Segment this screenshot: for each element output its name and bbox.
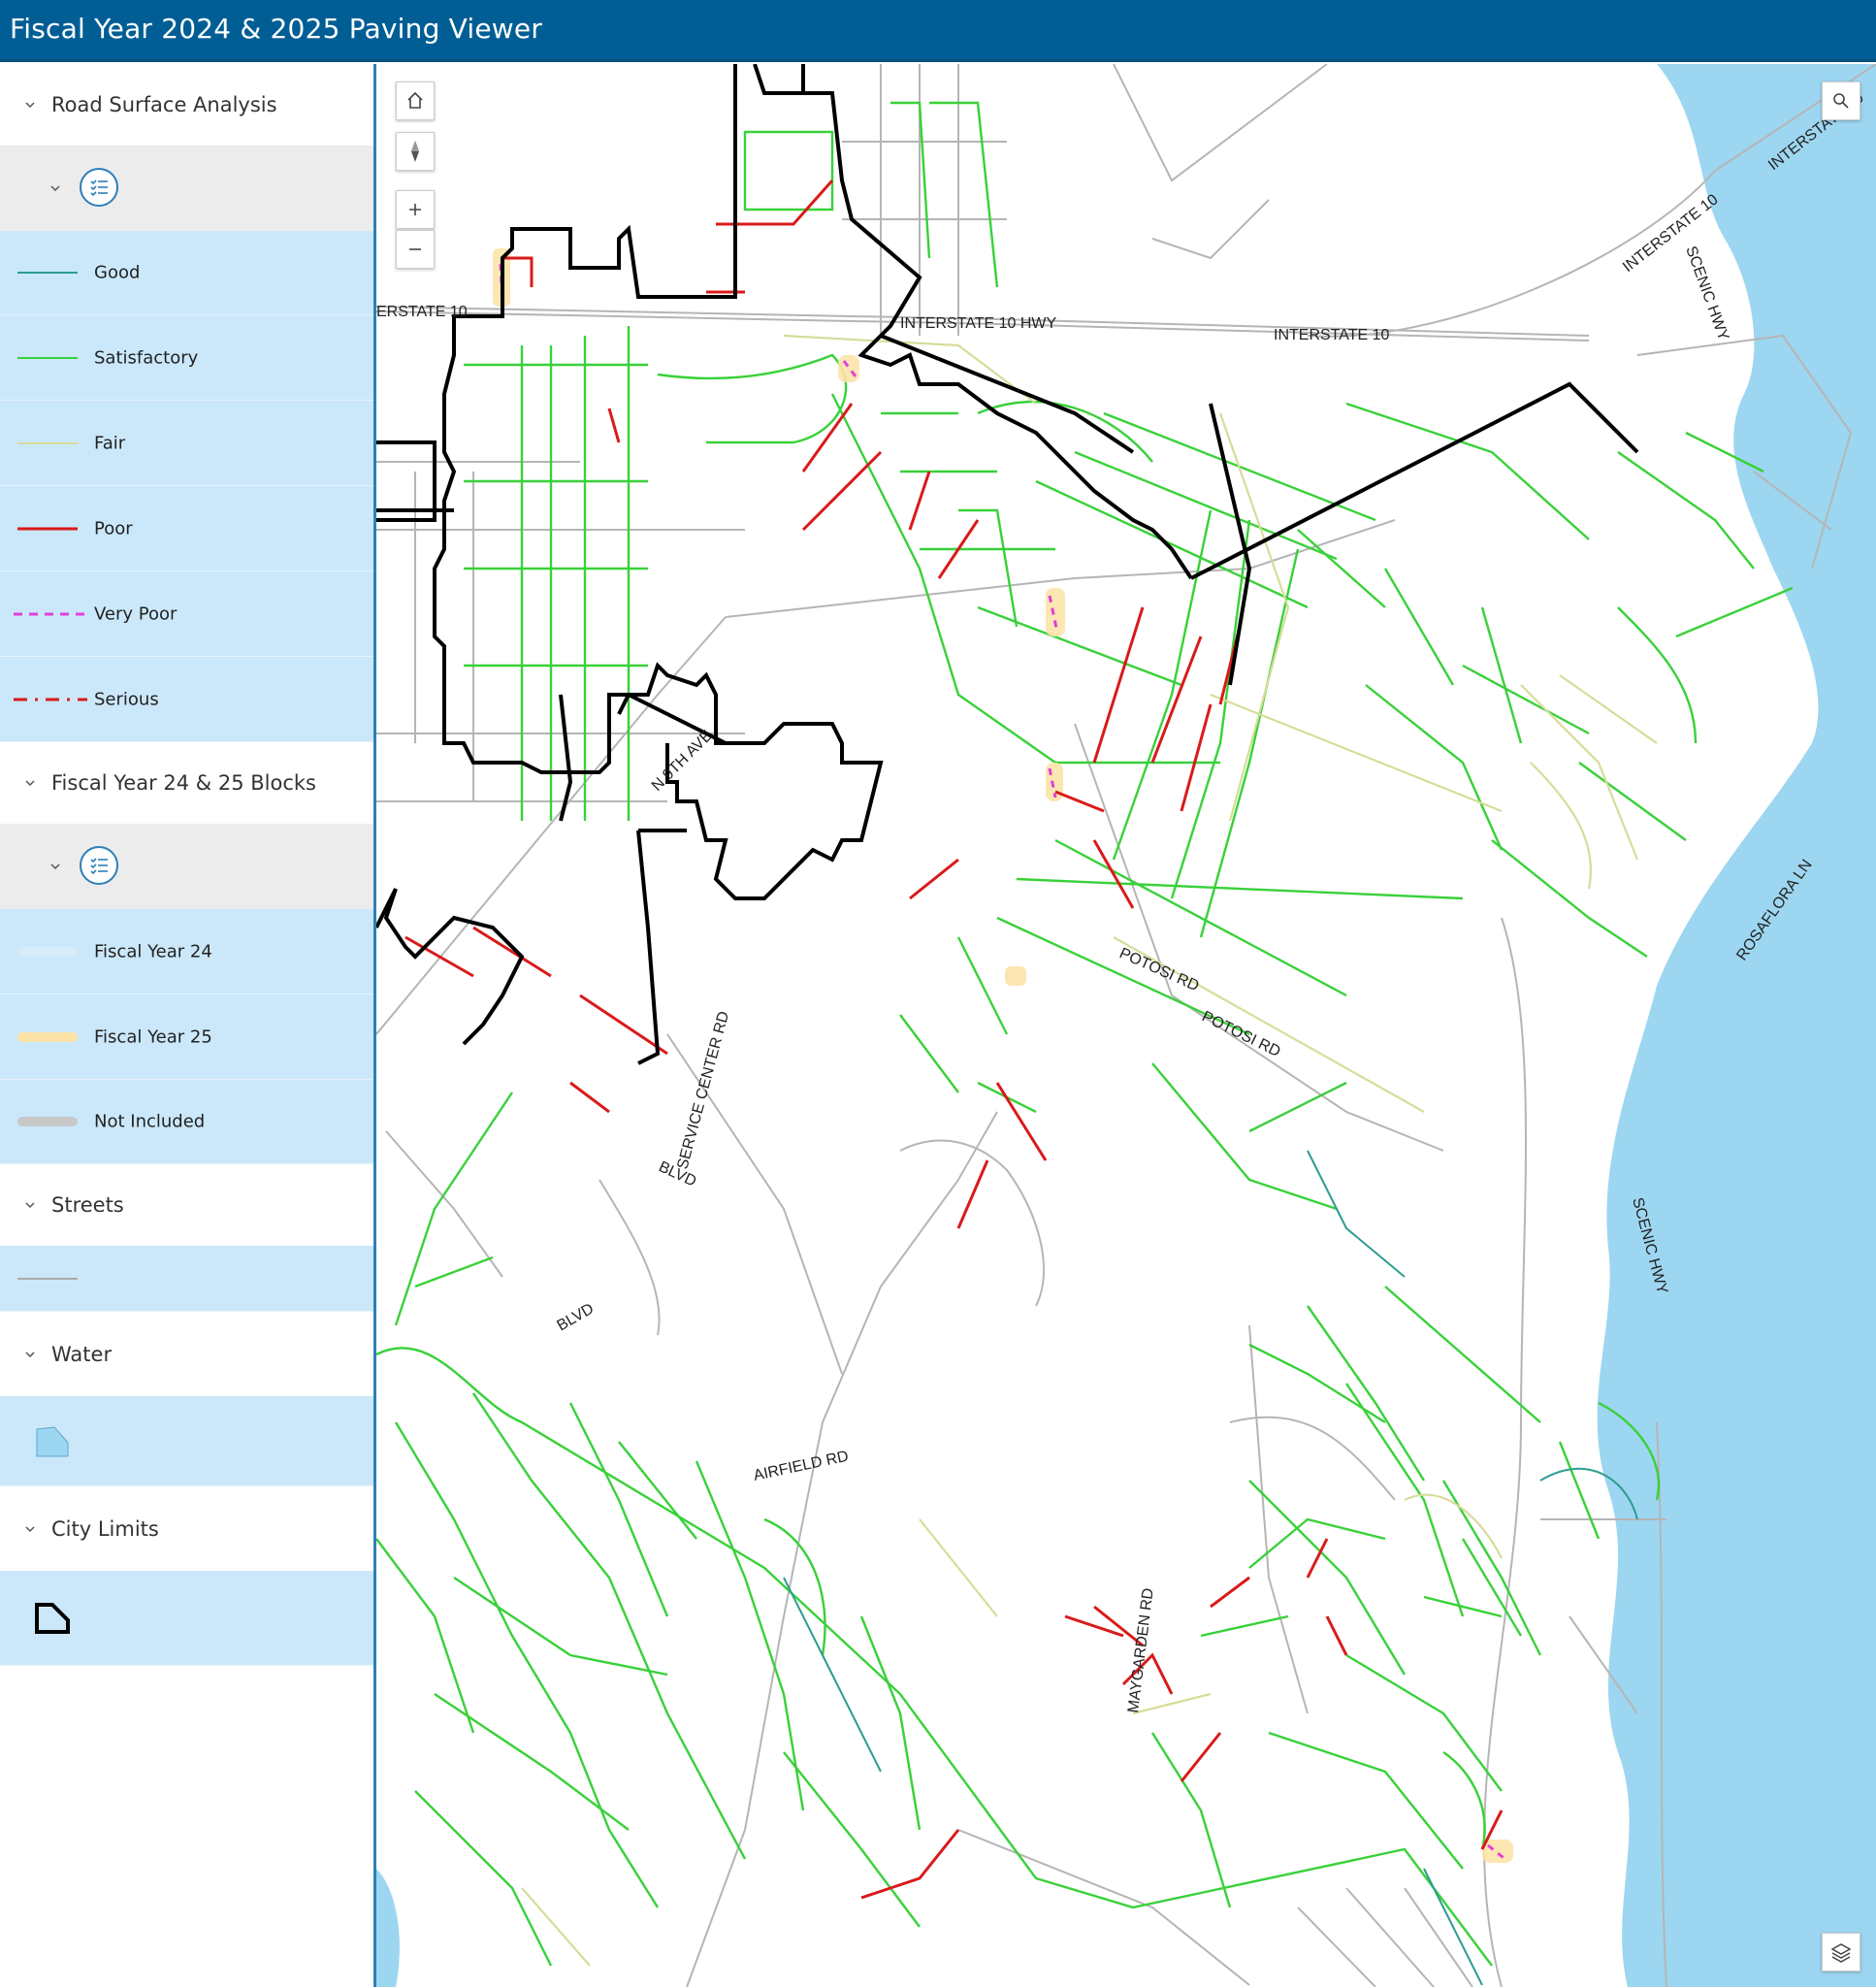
chevron-down-icon[interactable] [23,1198,37,1212]
legend-item-very-poor: Very Poor [0,571,373,657]
legend-label: Satisfactory [94,347,199,368]
layer-title: Fiscal Year 24 & 25 Blocks [51,771,316,795]
app-header: Fiscal Year 2024 & 2025 Paving Viewer [0,0,1876,62]
legend-item-fair: Fair [0,401,373,486]
very-poor-roads-layer [499,263,1508,1863]
line-symbol-icon [17,1277,78,1280]
road-label: ERSTATE 10 [376,304,468,320]
legend-label: Serious [94,689,159,709]
chevron-down-icon[interactable] [49,181,62,195]
search-button[interactable] [1822,81,1860,120]
line-symbol-icon [17,272,78,274]
line-symbol-icon [17,356,78,359]
chevron-down-icon[interactable] [23,98,37,112]
legend-item-fy24: Fiscal Year 24 [0,909,373,994]
legend-label: Good [94,262,141,283]
layer-options-row [0,824,373,909]
layer-city-limits-header[interactable]: City Limits [0,1486,373,1571]
satisfactory-roads-layer [376,101,1794,1967]
minus-icon [409,248,421,250]
line-symbol-icon [14,698,87,700]
legend-label: Fiscal Year 24 [94,941,212,961]
road-label: N 9TH AVE [649,728,716,795]
layer-road-surface-header[interactable]: Road Surface Analysis [0,64,373,146]
app-title: Fiscal Year 2024 & 2025 Paving Viewer [10,13,543,45]
chevron-down-icon[interactable] [23,1522,37,1536]
legend-label: Fair [94,433,126,453]
polygon-symbol-icon [36,1426,69,1457]
layer-water-header[interactable]: Water [0,1312,373,1396]
chevron-down-icon[interactable] [23,776,37,790]
legend-label: Fiscal Year 25 [94,1026,212,1047]
legend-panel: Road Surface Analysis Good Satisfactory … [0,64,376,1987]
road-label: MAYGARDEN RD [1125,1587,1157,1714]
legend-list-button[interactable] [80,846,118,885]
water-body-east [1597,64,1876,1987]
chevron-down-icon[interactable] [49,860,62,873]
legend-label: Poor [94,518,133,538]
layer-title: City Limits [51,1516,159,1541]
layer-title: Water [51,1342,113,1366]
legend-item-streets [0,1246,373,1312]
road-label: INTERSTATE 10 [1274,327,1390,343]
layer-blocks-header[interactable]: Fiscal Year 24 & 25 Blocks [0,742,373,824]
layer-options-row [0,146,373,231]
map-canvas[interactable]: ERSTATE 10 INTERSTATE 10 HWY INTERSTATE … [376,64,1876,1987]
fill-symbol-icon [17,1117,78,1126]
road-label: INTERSTATE 10 HWY [900,315,1057,332]
line-symbol-icon [14,612,87,615]
fill-symbol-icon [17,946,78,957]
layers-icon [1830,1943,1852,1963]
road-label: BLVD [555,1300,598,1334]
plus-icon [409,204,421,215]
list-icon [90,858,108,875]
road-label: INTERSTATE 10 [1620,191,1722,276]
search-icon [1833,93,1849,109]
road-label: POTOSI RD [1199,1008,1282,1060]
layers-button[interactable] [1822,1933,1860,1971]
legend-item-poor: Poor [0,486,373,571]
line-symbol-icon [17,441,78,444]
poor-roads-layer [404,179,1504,1900]
road-label: POTOSI RD [1116,945,1201,994]
fill-symbol-icon [17,1031,78,1042]
road-label: SERVICE CENTER RD [674,1010,732,1171]
legend-item-satisfactory: Satisfactory [0,315,373,401]
home-icon [407,91,423,109]
chevron-down-icon[interactable] [23,1348,37,1361]
legend-item-water [0,1396,373,1486]
map-view[interactable]: ERSTATE 10 INTERSTATE 10 HWY INTERSTATE … [376,64,1876,1987]
polygon-outline-symbol-icon [35,1602,70,1634]
legend-list-button[interactable] [80,168,118,207]
line-symbol-icon [17,527,78,530]
home-button[interactable] [396,81,435,120]
legend-item-fy25: Fiscal Year 25 [0,994,373,1080]
legend-item-not-included: Not Included [0,1080,373,1164]
legend-item-good: Good [0,231,373,315]
layer-title: Road Surface Analysis [51,93,277,116]
legend-item-city-limits [0,1571,373,1666]
water-body-southwest [376,1869,400,1987]
legend-label: Not Included [94,1111,206,1132]
legend-label: Very Poor [94,603,178,624]
zoom-out-button[interactable] [396,230,435,269]
list-icon [90,179,108,197]
compass-button[interactable] [396,132,435,171]
road-label: AIRFIELD RD [752,1449,850,1484]
layer-streets-header[interactable]: Streets [0,1164,373,1246]
compass-icon [411,141,419,162]
layer-title: Streets [51,1193,124,1217]
zoom-in-button[interactable] [396,190,435,229]
legend-item-serious: Serious [0,657,373,742]
road-label: SCENIC HWY [1682,244,1731,343]
